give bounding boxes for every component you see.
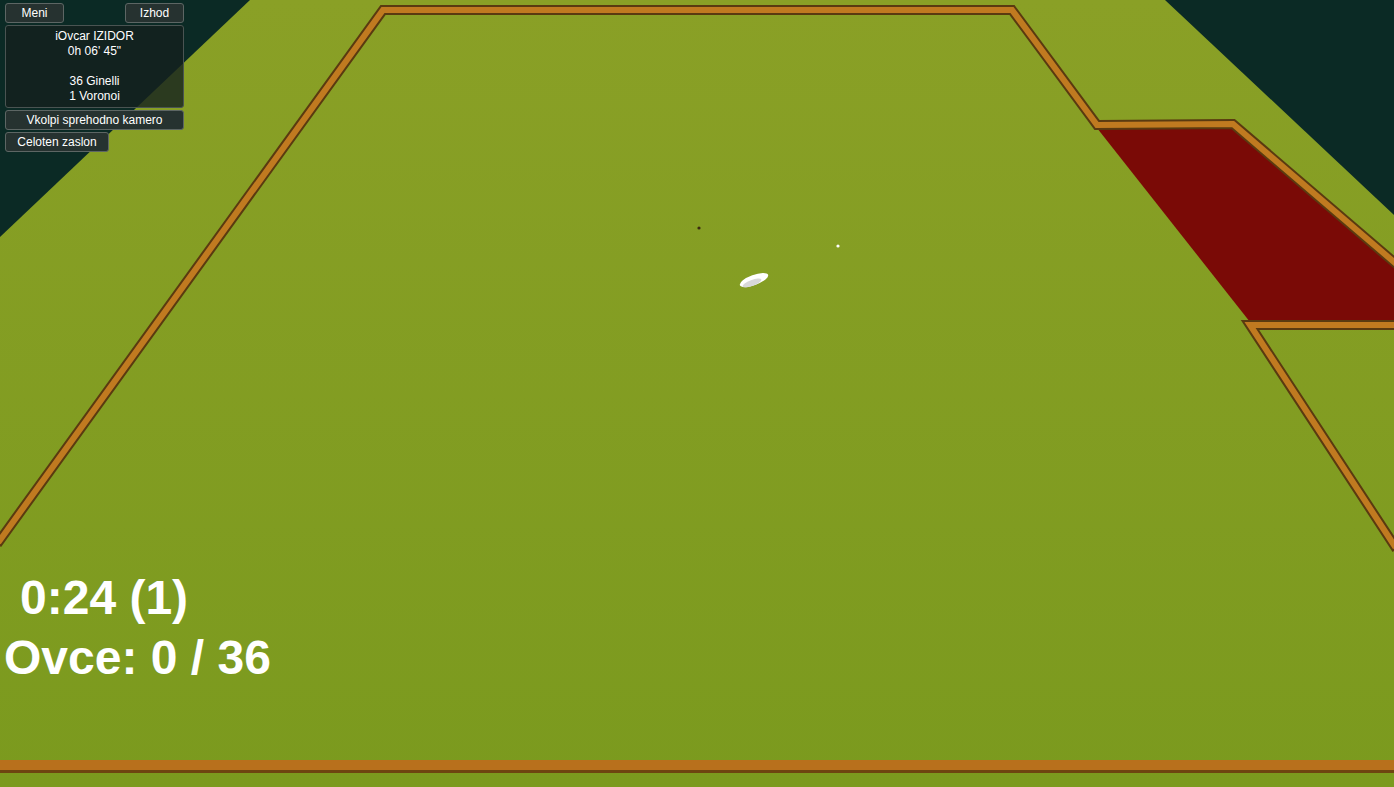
dog (697, 226, 700, 229)
toolbar: Meni Izhod (5, 3, 184, 23)
toolbar-button[interactable]: Izhod (125, 3, 184, 23)
info-line: 36 Ginelli (69, 74, 119, 89)
info-line: 1 Voronoi (69, 89, 120, 104)
sheep-flock (738, 244, 839, 289)
info-line: 0h 06' 45" (68, 44, 121, 59)
ground (0, 0, 1394, 787)
info-line: iOvcar IZIDOR (55, 29, 134, 44)
round-timer: 0:24 (1) (4, 572, 271, 624)
fullscreen-button[interactable]: Celoten zaslon (5, 132, 109, 152)
fence (0, 10, 1394, 773)
game-screen: Meni Izhod iOvcar IZIDOR0h 06' 45" 36 Ginel… (0, 0, 1394, 787)
game-overlay: 0:24 (1) Ovce: 0 / 36 (4, 572, 271, 684)
hud: Meni Izhod iOvcar IZIDOR0h 06' 45" 36 Ginel… (5, 3, 184, 152)
info-panel: iOvcar IZIDOR0h 06' 45" 36 Ginelli1 Voron… (5, 25, 184, 108)
camera-button[interactable]: Vkolpi sprehodno kamero (5, 110, 184, 130)
sheep-count: Ovce: 0 / 36 (4, 632, 271, 684)
toolbar-button[interactable]: Meni (5, 3, 64, 23)
